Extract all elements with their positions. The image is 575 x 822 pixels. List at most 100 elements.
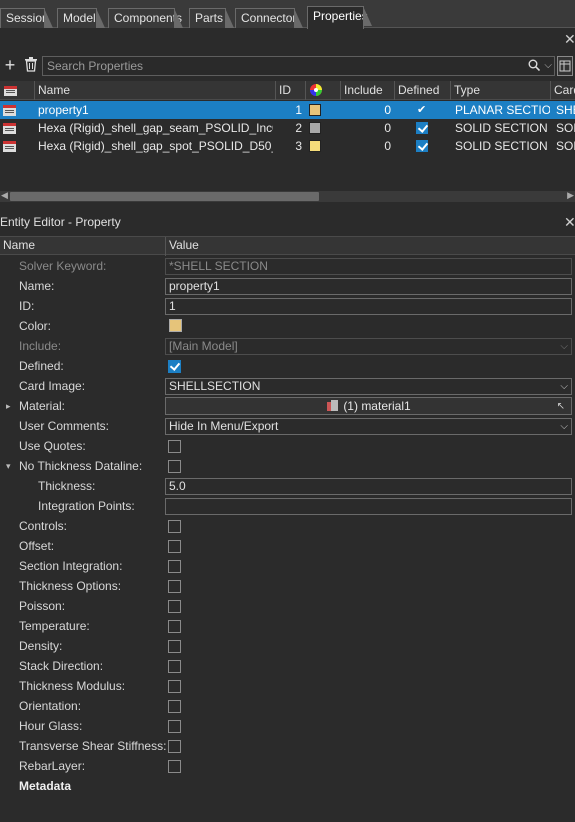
search-placeholder: Search Properties xyxy=(47,59,144,73)
option-label: Hour Glass: xyxy=(19,719,83,733)
option-label: Controls: xyxy=(19,519,68,533)
row-id: 2 xyxy=(295,121,302,135)
metadata-row[interactable]: Metadata xyxy=(0,776,575,796)
option-checkbox[interactable] xyxy=(168,640,181,653)
option-checkbox[interactable] xyxy=(168,620,181,633)
tab-label: Connector xyxy=(241,11,297,25)
color-wheel-icon xyxy=(310,84,322,96)
add-icon[interactable]: + xyxy=(2,56,18,74)
row-name: Hexa (Rigid)_shell_gap_seam_PSOLID_Inc0 xyxy=(38,121,273,135)
id-field[interactable]: 1 xyxy=(165,298,572,315)
tab-properties[interactable]: Properties xyxy=(307,6,372,29)
column-header-color[interactable] xyxy=(305,81,340,100)
table-row[interactable]: Hexa (Rigid)_shell_gap_spot_PSOLID_D50_I… xyxy=(0,137,575,155)
column-header-id[interactable]: ID xyxy=(275,81,305,100)
option-row-rebar-layer: RebarLayer: xyxy=(0,756,575,776)
integration-points-row: Integration Points: xyxy=(0,496,575,516)
horizontal-scrollbar[interactable]: ◀ ▶ xyxy=(0,190,575,202)
material-row: ▸ Material: (1) material1 ↖ xyxy=(0,396,575,416)
close-browser-icon[interactable]: ✕ xyxy=(564,32,575,46)
tab-parts[interactable]: Parts xyxy=(189,8,234,28)
user-comments-value: Hide In Menu/Export xyxy=(169,419,279,433)
option-checkbox[interactable] xyxy=(168,700,181,713)
scroll-left-icon[interactable]: ◀ xyxy=(1,190,8,201)
close-editor-icon[interactable]: ✕ xyxy=(564,215,575,229)
row-color-swatch[interactable] xyxy=(309,122,321,134)
row-color-swatch[interactable] xyxy=(309,140,321,152)
expand-arrow-icon[interactable]: ▸ xyxy=(6,396,11,416)
table-row[interactable]: Hexa (Rigid)_shell_gap_seam_PSOLID_Inc0 … xyxy=(0,119,575,137)
column-chooser-icon[interactable] xyxy=(557,56,573,76)
column-header-type[interactable]: Type xyxy=(450,81,550,100)
tab-session[interactable]: Session xyxy=(0,8,53,28)
include-label: Include: xyxy=(19,339,62,353)
column-header-name[interactable]: Name xyxy=(34,81,275,100)
integration-points-label: Integration Points: xyxy=(38,499,135,513)
row-color-swatch[interactable] xyxy=(309,104,321,116)
column-header-include[interactable]: Include xyxy=(340,81,394,100)
row-defined-check[interactable]: ✔ xyxy=(417,101,429,119)
thickness-row: Thickness: 5.0 xyxy=(0,476,575,496)
defined-checkbox[interactable] xyxy=(168,360,181,373)
option-label: Density: xyxy=(19,639,63,653)
tab-model[interactable]: Model xyxy=(57,8,105,28)
editor-column-value[interactable]: Value xyxy=(165,237,575,256)
search-icon xyxy=(528,59,540,71)
include-select: [Main Model] ⌵ xyxy=(165,338,572,355)
use-quotes-row: Use Quotes: xyxy=(0,436,575,456)
include-value: [Main Model] xyxy=(169,339,238,353)
column-header-defined[interactable]: Defined xyxy=(394,81,450,100)
option-label: Thickness Modulus: xyxy=(19,679,126,693)
row-defined-checkbox[interactable] xyxy=(416,140,428,152)
no-thickness-checkbox[interactable] xyxy=(168,460,181,473)
user-comments-select[interactable]: Hide In Menu/Export ⌵ xyxy=(165,418,572,435)
card-image-value: SHELLSECTION xyxy=(169,379,261,393)
id-label: ID: xyxy=(19,299,35,313)
collapse-arrow-icon[interactable]: ▾ xyxy=(6,456,11,476)
tab-label: Properties xyxy=(313,9,368,23)
option-row-transverse-shear: Transverse Shear Stiffness: xyxy=(0,736,575,756)
editor-column-name[interactable]: Name xyxy=(0,237,165,256)
thickness-value: 5.0 xyxy=(169,479,186,493)
option-label: Stack Direction: xyxy=(19,659,104,673)
option-checkbox[interactable] xyxy=(168,740,181,753)
no-thickness-row: ▾ No Thickness Dataline: xyxy=(0,456,575,476)
delete-icon[interactable] xyxy=(23,57,39,73)
scrollbar-thumb[interactable] xyxy=(10,192,319,201)
option-label: Orientation: xyxy=(19,699,82,713)
option-checkbox[interactable] xyxy=(168,660,181,673)
search-input[interactable]: Search Properties ⌵ xyxy=(42,56,555,76)
option-checkbox[interactable] xyxy=(168,600,181,613)
tab-components[interactable]: Components xyxy=(108,8,183,28)
row-include: 0 xyxy=(384,103,391,117)
tab-connector[interactable]: Connector xyxy=(235,8,303,28)
scroll-right-icon[interactable]: ▶ xyxy=(567,190,574,201)
option-row-controls: Controls: xyxy=(0,516,575,536)
card-image-select[interactable]: SHELLSECTION ⌵ xyxy=(165,378,572,395)
option-checkbox[interactable] xyxy=(168,540,181,553)
thickness-field[interactable]: 5.0 xyxy=(165,478,572,495)
chevron-down-icon: ⌵ xyxy=(560,381,568,392)
row-type: PLANAR SECTION xyxy=(455,103,550,117)
name-field[interactable]: property1 xyxy=(165,278,572,295)
table-row[interactable]: property1 1 0 ✔ PLANAR SECTION SHE xyxy=(0,101,575,119)
name-value: property1 xyxy=(169,279,220,293)
integration-points-field[interactable] xyxy=(165,498,572,515)
option-checkbox[interactable] xyxy=(168,580,181,593)
option-row-density: Density: xyxy=(0,636,575,656)
use-quotes-checkbox[interactable] xyxy=(168,440,181,453)
option-checkbox[interactable] xyxy=(168,720,181,733)
chevron-down-icon[interactable]: ⌵ xyxy=(544,57,552,75)
entity-icon-header[interactable] xyxy=(0,81,34,100)
defined-label: Defined: xyxy=(19,359,64,373)
color-swatch[interactable] xyxy=(169,319,182,332)
option-checkbox[interactable] xyxy=(168,520,181,533)
row-defined-checkbox[interactable] xyxy=(416,122,428,134)
material-selector[interactable]: (1) material1 ↖ xyxy=(165,397,572,415)
option-label: Thickness Options: xyxy=(19,579,122,593)
option-checkbox[interactable] xyxy=(168,560,181,573)
row-id: 1 xyxy=(295,103,302,117)
option-checkbox[interactable] xyxy=(168,760,181,773)
option-checkbox[interactable] xyxy=(168,680,181,693)
column-header-card[interactable]: Card xyxy=(550,81,575,100)
